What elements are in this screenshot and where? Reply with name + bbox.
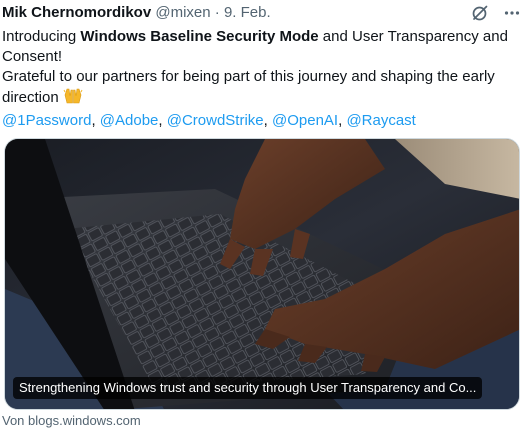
mention-separator: , xyxy=(263,112,272,129)
mention-1password[interactable]: @1Password xyxy=(2,112,91,129)
link-card-caption[interactable]: Strengthening Windows trust and security… xyxy=(13,377,483,399)
separator-dot: · xyxy=(214,4,220,21)
tweet-line-intro: Introducing Windows Baseline Security Mo… xyxy=(2,27,522,67)
tweet-actions xyxy=(471,4,521,22)
tweet-text: Introducing Windows Baseline Security Mo… xyxy=(2,27,522,131)
intro-prefix: Introducing xyxy=(2,28,81,45)
mention-crowdstrike[interactable]: @CrowdStrike xyxy=(167,112,264,129)
grok-icon[interactable] xyxy=(471,4,489,22)
mention-openai[interactable]: @OpenAI xyxy=(272,112,338,129)
mention-separator: , xyxy=(158,112,167,129)
raising-hands-icon xyxy=(63,87,83,111)
tweet-line-grateful: Grateful to our partners for being part … xyxy=(2,67,522,111)
post-date[interactable]: 9. Feb. xyxy=(224,4,271,21)
intro-bold: Windows Baseline Security Mode xyxy=(80,28,319,45)
link-source[interactable]: Von blogs.windows.com xyxy=(2,413,141,429)
tweet-header: Mik Chernomordikov @mixen · 9. Feb. xyxy=(2,3,271,23)
mention-separator: , xyxy=(91,112,100,129)
mention-raycast[interactable]: @Raycast xyxy=(346,112,415,129)
more-options-icon[interactable] xyxy=(503,4,521,22)
author-handle[interactable]: @mixen xyxy=(155,4,210,21)
author-name[interactable]: Mik Chernomordikov xyxy=(2,4,151,21)
mention-list: @1Password, @Adobe, @CrowdStrike, @OpenA… xyxy=(2,111,522,131)
link-card-image[interactable]: Strengthening Windows trust and security… xyxy=(4,138,520,410)
tweet-card: Mik Chernomordikov @mixen · 9. Feb. Intr… xyxy=(0,0,527,430)
laptop-typing-photo xyxy=(5,139,519,409)
mention-adobe[interactable]: @Adobe xyxy=(100,112,159,129)
